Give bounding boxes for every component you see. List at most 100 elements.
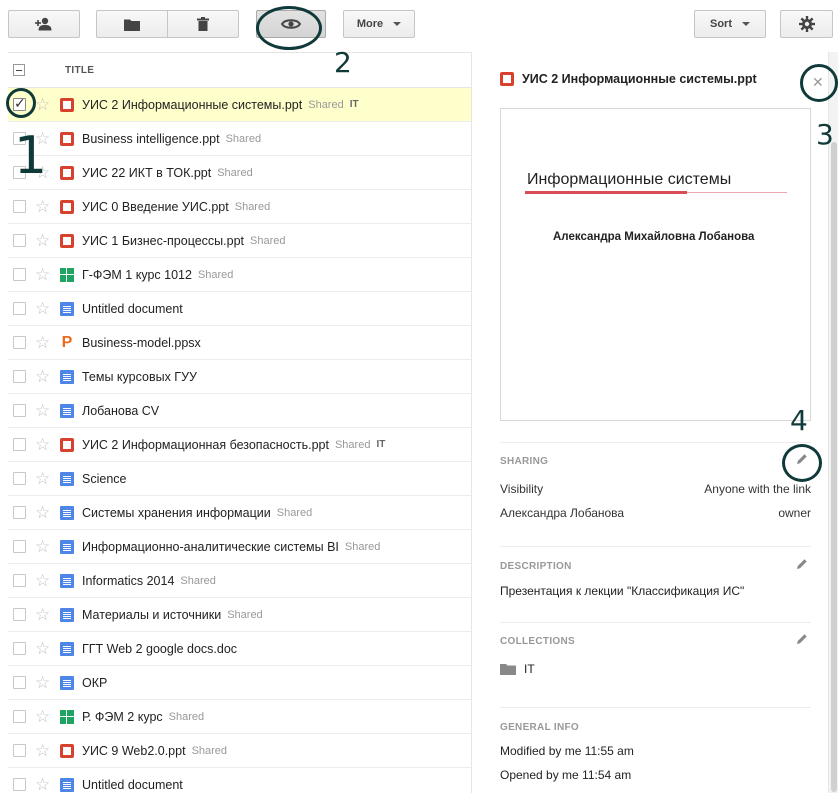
sort-label: Sort (710, 18, 732, 30)
row-checkbox[interactable] (13, 472, 26, 485)
divider (500, 622, 811, 623)
row-checkbox[interactable] (13, 336, 26, 349)
file-name[interactable]: ОКР (82, 676, 107, 690)
file-name[interactable]: Business intelligence.ppt (82, 132, 220, 146)
star-icon[interactable]: ☆ (35, 640, 51, 657)
file-preview[interactable]: Информационные системы Александра Михайл… (500, 108, 811, 421)
sort-button[interactable]: Sort (694, 10, 766, 38)
file-name[interactable]: УИС 22 ИКТ в ТОК.ppt (82, 166, 211, 180)
file-name[interactable]: ГГТ Web 2 google docs.doc (82, 642, 237, 656)
star-icon[interactable]: ☆ (35, 504, 51, 521)
shared-label: Shared (276, 506, 313, 519)
star-icon[interactable]: ☆ (35, 334, 51, 351)
star-icon[interactable]: ☆ (35, 538, 51, 555)
annotation-number-2: 2 (334, 46, 352, 79)
table-row[interactable]: ☆ УИС 2 Информационная безопасность.ppt Sh… (8, 428, 471, 462)
file-name[interactable]: УИС 2 Информационная безопасность.ppt (82, 438, 329, 452)
star-icon[interactable]: ☆ (35, 266, 51, 283)
row-checkbox[interactable] (13, 438, 26, 451)
file-name[interactable]: Science (82, 472, 126, 486)
row-checkbox[interactable] (13, 302, 26, 315)
file-name[interactable]: Системы хранения информации (82, 506, 271, 520)
file-name[interactable]: Г-ФЭМ 1 курс 1012 (82, 268, 192, 282)
collection-tag[interactable]: IT (376, 439, 385, 450)
row-checkbox[interactable] (13, 574, 26, 587)
table-row[interactable]: ☆ Материалы и источники Shared (8, 598, 471, 632)
star-icon[interactable]: ☆ (35, 708, 51, 725)
star-icon[interactable]: ☆ (35, 368, 51, 385)
table-row[interactable]: ☆ УИС 2 Информационные системы.ppt Shared I… (8, 88, 471, 122)
row-checkbox[interactable] (13, 370, 26, 383)
star-icon[interactable]: ☆ (35, 198, 51, 215)
details-scrollbar[interactable] (828, 52, 838, 793)
scrollbar-thumb[interactable] (831, 142, 837, 792)
row-checkbox[interactable] (13, 234, 26, 247)
star-icon[interactable]: ☆ (35, 402, 51, 419)
row-checkbox[interactable] (13, 540, 26, 553)
table-row[interactable]: ☆ УИС 22 ИКТ в ТОК.ppt Shared (8, 156, 471, 190)
table-row[interactable]: ☆ Темы курсовых ГУУ (8, 360, 471, 394)
title-column-header[interactable]: TITLE (65, 65, 94, 76)
file-name[interactable]: УИС 1 Бизнес-процессы.ppt (82, 234, 244, 248)
row-checkbox[interactable] (13, 710, 26, 723)
file-name[interactable]: УИС 0 Введение УИС.ppt (82, 200, 229, 214)
more-button[interactable]: More (343, 10, 415, 38)
file-name[interactable]: Untitled document (82, 302, 183, 316)
star-icon[interactable]: ☆ (35, 300, 51, 317)
row-checkbox[interactable] (13, 268, 26, 281)
row-checkbox[interactable] (13, 200, 26, 213)
star-icon[interactable]: ☆ (35, 674, 51, 691)
table-row[interactable]: ☆ УИС 9 Web2.0.ppt Shared (8, 734, 471, 768)
table-row[interactable]: ☆ Лобанова CV (8, 394, 471, 428)
row-checkbox[interactable] (13, 608, 26, 621)
table-row[interactable]: ☆ Science (8, 462, 471, 496)
file-name[interactable]: Business-model.ppsx (82, 336, 201, 350)
file-name[interactable]: УИС 2 Информационные системы.ppt (82, 98, 302, 112)
table-row[interactable]: ☆ Business intelligence.ppt Shared (8, 122, 471, 156)
file-name[interactable]: Информационно-аналитические системы BI (82, 540, 339, 554)
table-row[interactable]: ☆ Informatics 2014 Shared (8, 564, 471, 598)
table-row[interactable]: ☆ Г-ФЭМ 1 курс 1012 Shared (8, 258, 471, 292)
table-row[interactable]: ☆ ОКР (8, 666, 471, 700)
share-button[interactable] (8, 10, 80, 38)
settings-button[interactable] (780, 10, 833, 38)
select-all-checkbox[interactable] (13, 64, 25, 76)
table-row[interactable]: ☆ Untitled document (8, 292, 471, 326)
collection-tag[interactable]: IT (350, 99, 359, 110)
table-row[interactable]: ☆ P Business-model.ppsx (8, 326, 471, 360)
star-icon[interactable]: ☆ (35, 232, 51, 249)
edit-collections-icon[interactable] (796, 633, 808, 648)
file-name[interactable]: Темы курсовых ГУУ (82, 370, 197, 384)
owner-row: Александра Лобанова owner (500, 506, 811, 520)
table-row[interactable]: ☆ Информационно-аналитические системы BI S… (8, 530, 471, 564)
star-icon[interactable]: ☆ (35, 606, 51, 623)
row-checkbox[interactable] (13, 506, 26, 519)
table-row[interactable]: ☆ Untitled document (8, 768, 471, 793)
table-row[interactable]: ☆ Системы хранения информации Shared (8, 496, 471, 530)
table-row[interactable]: ☆ УИС 1 Бизнес-процессы.ppt Shared (8, 224, 471, 258)
file-name[interactable]: Материалы и источники (82, 608, 221, 622)
file-name[interactable]: УИС 9 Web2.0.ppt (82, 744, 186, 758)
row-checkbox[interactable] (13, 778, 26, 791)
table-row[interactable]: ☆ Р. ФЭМ 2 курс Shared (8, 700, 471, 734)
row-checkbox[interactable] (13, 676, 26, 689)
file-name[interactable]: Лобанова CV (82, 404, 159, 418)
row-checkbox[interactable] (13, 744, 26, 757)
move-to-folder-button[interactable] (96, 10, 168, 38)
file-name[interactable]: Р. ФЭМ 2 курс (82, 710, 163, 724)
star-icon[interactable]: ☆ (35, 436, 51, 453)
table-row[interactable]: ☆ ГГТ Web 2 google docs.doc (8, 632, 471, 666)
file-name[interactable]: Untitled document (82, 778, 183, 792)
table-row[interactable]: ☆ УИС 0 Введение УИС.ppt Shared (8, 190, 471, 224)
star-icon[interactable]: ☆ (35, 470, 51, 487)
star-icon[interactable]: ☆ (35, 776, 51, 793)
star-icon[interactable]: ☆ (35, 572, 51, 589)
edit-description-icon[interactable] (796, 558, 808, 573)
star-icon[interactable]: ☆ (35, 742, 51, 759)
star-icon[interactable]: ☆ (35, 96, 51, 113)
row-checkbox[interactable] (13, 642, 26, 655)
collection-item[interactable]: IT (500, 662, 535, 676)
delete-button[interactable] (167, 10, 239, 38)
file-name[interactable]: Informatics 2014 (82, 574, 174, 588)
row-checkbox[interactable] (13, 404, 26, 417)
